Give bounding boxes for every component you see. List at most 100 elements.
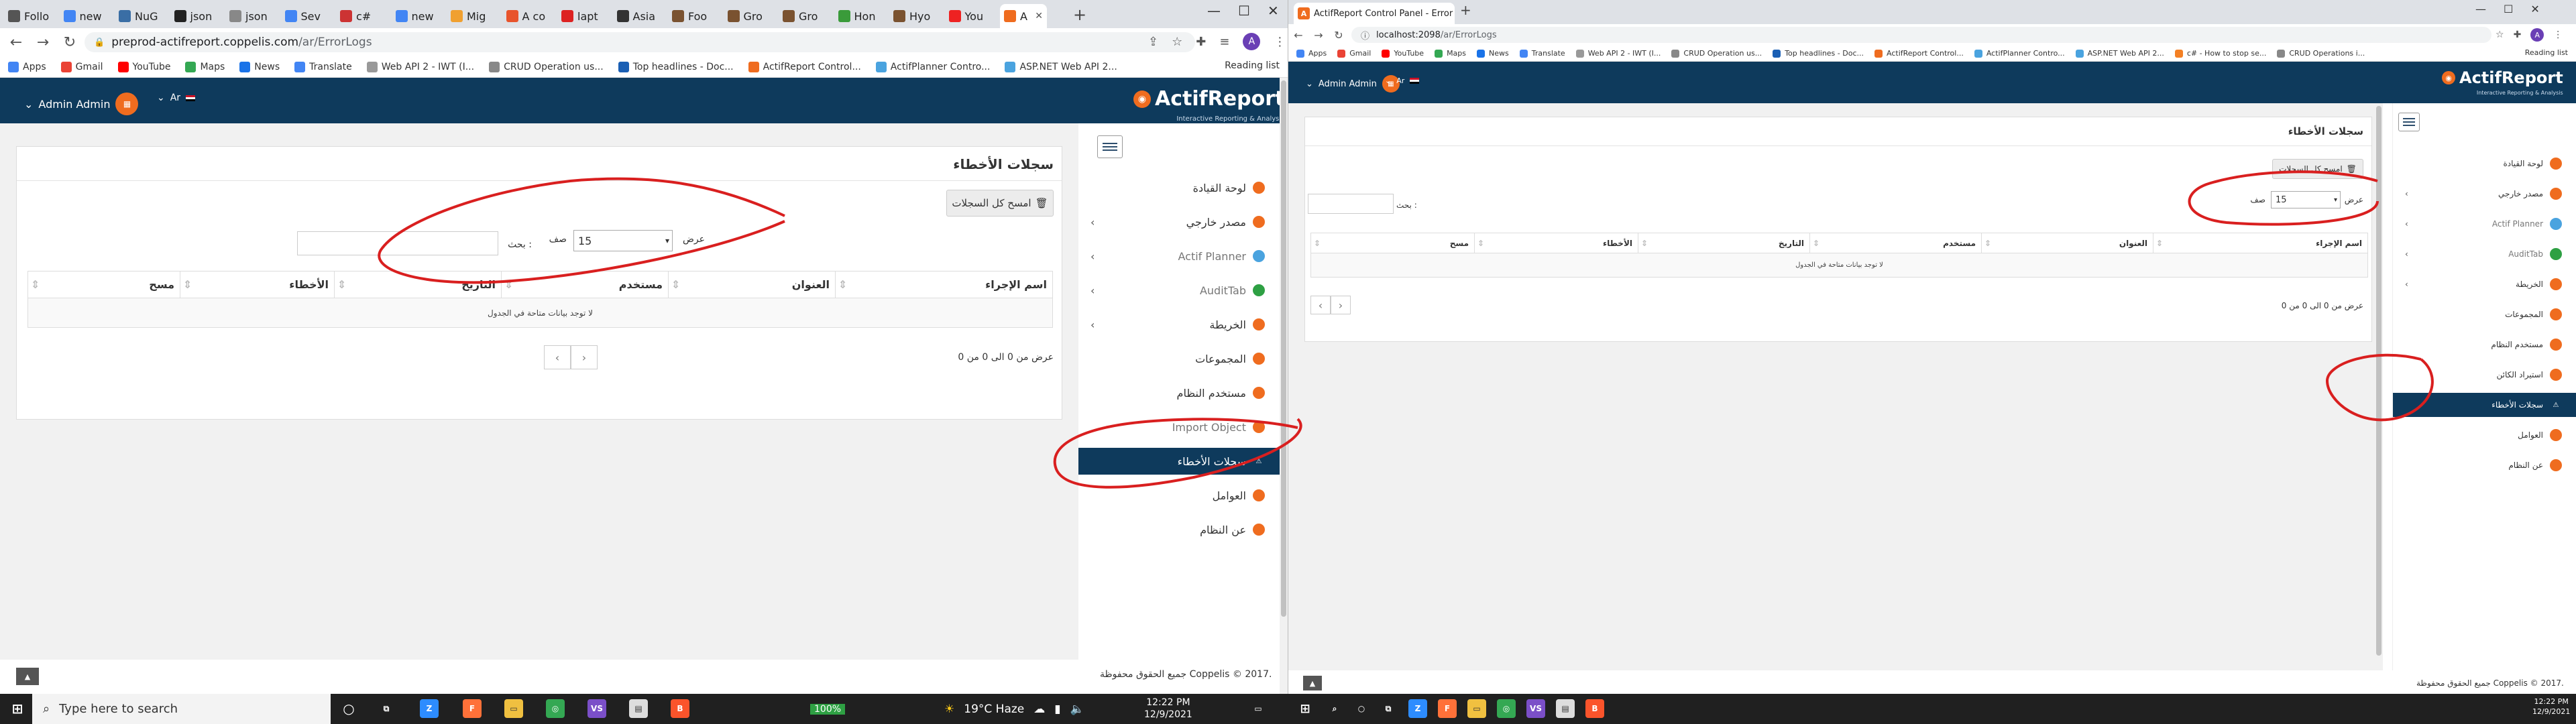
profile-avatar[interactable]: A: [1243, 33, 1261, 50]
previous-page-button[interactable]: ‹: [544, 345, 571, 369]
forward-icon[interactable]: →: [1308, 29, 1329, 42]
taskbar-search[interactable]: ⌕ Type here to search: [32, 694, 331, 724]
column-header[interactable]: مستخدم ⇕: [501, 271, 669, 298]
clock[interactable]: 12:22 PM 12/9/2021: [2532, 697, 2570, 717]
menu-icon[interactable]: ⋮: [1274, 35, 1286, 49]
browser-tab[interactable]: new: [392, 4, 448, 28]
bookmark-item[interactable]: CRUD Operations i...: [2277, 49, 2365, 58]
language-menu[interactable]: ⌄ Ar: [157, 93, 196, 103]
reload-icon[interactable]: ↻: [1329, 29, 1349, 42]
bookmark-item[interactable]: Web API 2 - IWT (I...: [1575, 49, 1661, 58]
browser-tab[interactable]: Hyo: [889, 4, 946, 28]
chrome-icon[interactable]: ◎: [1497, 699, 1516, 718]
browser-tab[interactable]: c#: [336, 4, 392, 28]
back-icon[interactable]: ←: [1288, 29, 1308, 42]
column-header[interactable]: الأخطاء ⇕: [180, 271, 335, 298]
sidebar-item-factors[interactable]: العوامل: [2393, 423, 2576, 447]
chrome-icon[interactable]: ◎: [546, 699, 565, 718]
notification-icon[interactable]: ▭: [1249, 699, 1268, 718]
task-view-icon[interactable]: ⧉: [1379, 699, 1398, 718]
bookmark-item[interactable]: Gmail: [60, 61, 103, 72]
column-header[interactable]: التاريخ ⇕: [1638, 233, 1810, 253]
column-header[interactable]: اسم الإجراء ⇕: [835, 271, 1053, 298]
previous-page-button[interactable]: ‹: [1310, 296, 1331, 314]
menu-toggle-icon[interactable]: [1097, 135, 1123, 158]
language-menu[interactable]: ⌄ Ar: [1385, 76, 1420, 85]
sidebar-item-map[interactable]: ‹ الخريطة: [2393, 272, 2576, 296]
file-explorer-icon[interactable]: ▭: [504, 699, 523, 718]
sidebar-item-error-logs[interactable]: سجلات الأخطاء ⚠: [1078, 448, 1280, 475]
bookmark-item[interactable]: CRUD Operation us...: [1671, 49, 1762, 58]
browser-tab[interactable]: NuG: [115, 4, 171, 28]
minimize-icon[interactable]: —: [1207, 3, 1221, 19]
browser-tab[interactable]: Gro: [779, 4, 835, 28]
bookmark-item[interactable]: Top headlines - Doc...: [1773, 49, 1864, 58]
sidebar-item-audittab[interactable]: ‹ AuditTab: [1078, 277, 1280, 304]
new-tab-button[interactable]: +: [1073, 5, 1086, 24]
visual-studio-icon[interactable]: VS: [587, 699, 606, 718]
windows-start-icon[interactable]: ⊞: [8, 699, 27, 718]
bookmark-item[interactable]: News: [1477, 49, 1509, 58]
profile-avatar[interactable]: A: [2530, 28, 2544, 42]
bookmark-item[interactable]: Translate: [294, 61, 352, 72]
page-size-select[interactable]: 15 ▾: [2271, 191, 2341, 208]
share-icon[interactable]: ⇪: [1148, 35, 1158, 49]
bookmark-item[interactable]: Apps: [1296, 49, 1327, 58]
sticky-notes-icon[interactable]: ▤: [1556, 699, 1575, 718]
bookmark-item[interactable]: ASP.NET Web API 2...: [2075, 49, 2164, 58]
cortana-icon[interactable]: ○: [1352, 699, 1371, 718]
sidebar-item-about[interactable]: عن النظام: [1078, 516, 1280, 543]
sidebar-item-map[interactable]: ‹ الخريطة: [1078, 311, 1280, 338]
sidebar-item-groups[interactable]: المجموعات: [2393, 302, 2576, 326]
column-header[interactable]: العنوان ⇕: [1981, 233, 2153, 253]
menu-icon[interactable]: ⋮: [2553, 29, 2563, 40]
search-input[interactable]: [1308, 194, 1394, 214]
tab-actifreport[interactable]: A ActifReport Control Panel - Error ✕: [1294, 3, 1455, 24]
visual-studio-icon[interactable]: VS: [1526, 699, 1545, 718]
close-icon[interactable]: ✕: [1268, 3, 1279, 19]
page-size-select[interactable]: 15 ▾: [573, 230, 673, 251]
battery-indicator[interactable]: 100%: [810, 703, 846, 715]
next-page-button[interactable]: ›: [571, 345, 598, 369]
search-input[interactable]: [297, 231, 498, 255]
scrollbar[interactable]: [1280, 78, 1288, 694]
column-header[interactable]: اسم الإجراء ⇕: [2153, 233, 2368, 253]
weather-widget[interactable]: ☀ 19°C Haze ☁ ▮ 🔈: [944, 694, 1084, 724]
brave-icon[interactable]: B: [1585, 699, 1604, 718]
reading-list[interactable]: Reading list: [1225, 60, 1280, 71]
browser-tab[interactable]: json: [225, 4, 282, 28]
sidebar-item-system-user[interactable]: مستخدم النظام: [1078, 379, 1280, 406]
reading-list[interactable]: Reading list: [2524, 48, 2568, 57]
bookmark-item[interactable]: c# - How to stop se...: [2174, 49, 2266, 58]
reload-icon[interactable]: ↻: [56, 34, 83, 51]
address-bar[interactable]: ⓘ localhost:2098/ar/ErrorLogs: [1351, 27, 2491, 43]
next-page-button[interactable]: ›: [1331, 296, 1351, 314]
minimize-icon[interactable]: —: [2475, 3, 2486, 15]
scroll-to-top-button[interactable]: ▲: [16, 668, 39, 685]
close-icon[interactable]: ✕: [2530, 3, 2539, 15]
bookmark-item[interactable]: YouTube: [117, 61, 170, 72]
bookmark-item[interactable]: ASP.NET Web API 2...: [1005, 61, 1117, 72]
browser-tab[interactable]: Gro: [724, 4, 780, 28]
windows-start-icon[interactable]: ⊞: [1296, 699, 1314, 718]
sidebar-item-about[interactable]: عن النظام: [2393, 453, 2576, 477]
browser-tab[interactable]: Mig: [447, 4, 503, 28]
sticky-notes-icon[interactable]: ▤: [629, 699, 648, 718]
firefox-icon[interactable]: F: [463, 699, 482, 718]
browser-tab[interactable]: json: [170, 4, 227, 28]
forward-icon[interactable]: →: [30, 34, 56, 51]
cortana-icon[interactable]: ○: [339, 699, 358, 718]
firefox-icon[interactable]: F: [1438, 699, 1457, 718]
sidebar-item-error-logs[interactable]: سجلات الأخطاء ⚠: [2393, 393, 2576, 417]
scroll-to-top-button[interactable]: ▲: [1303, 676, 1322, 690]
reading-list-icon[interactable]: ≡: [1219, 35, 1229, 49]
close-icon[interactable]: ✕: [1035, 11, 1043, 21]
bookmark-item[interactable]: ActifReport Control...: [748, 61, 861, 72]
bookmark-item[interactable]: ActifReport Control...: [1874, 49, 1964, 58]
clear-all-logs-button[interactable]: امسح كل السجلات 🗑: [946, 190, 1054, 217]
extensions-icon[interactable]: ✚: [1196, 35, 1206, 49]
star-icon[interactable]: ☆: [1172, 35, 1182, 49]
sidebar-item-dashboard[interactable]: لوحة القيادة: [2393, 152, 2576, 176]
bookmark-item[interactable]: Maps: [1435, 49, 1466, 58]
file-explorer-icon[interactable]: ▭: [1467, 699, 1486, 718]
